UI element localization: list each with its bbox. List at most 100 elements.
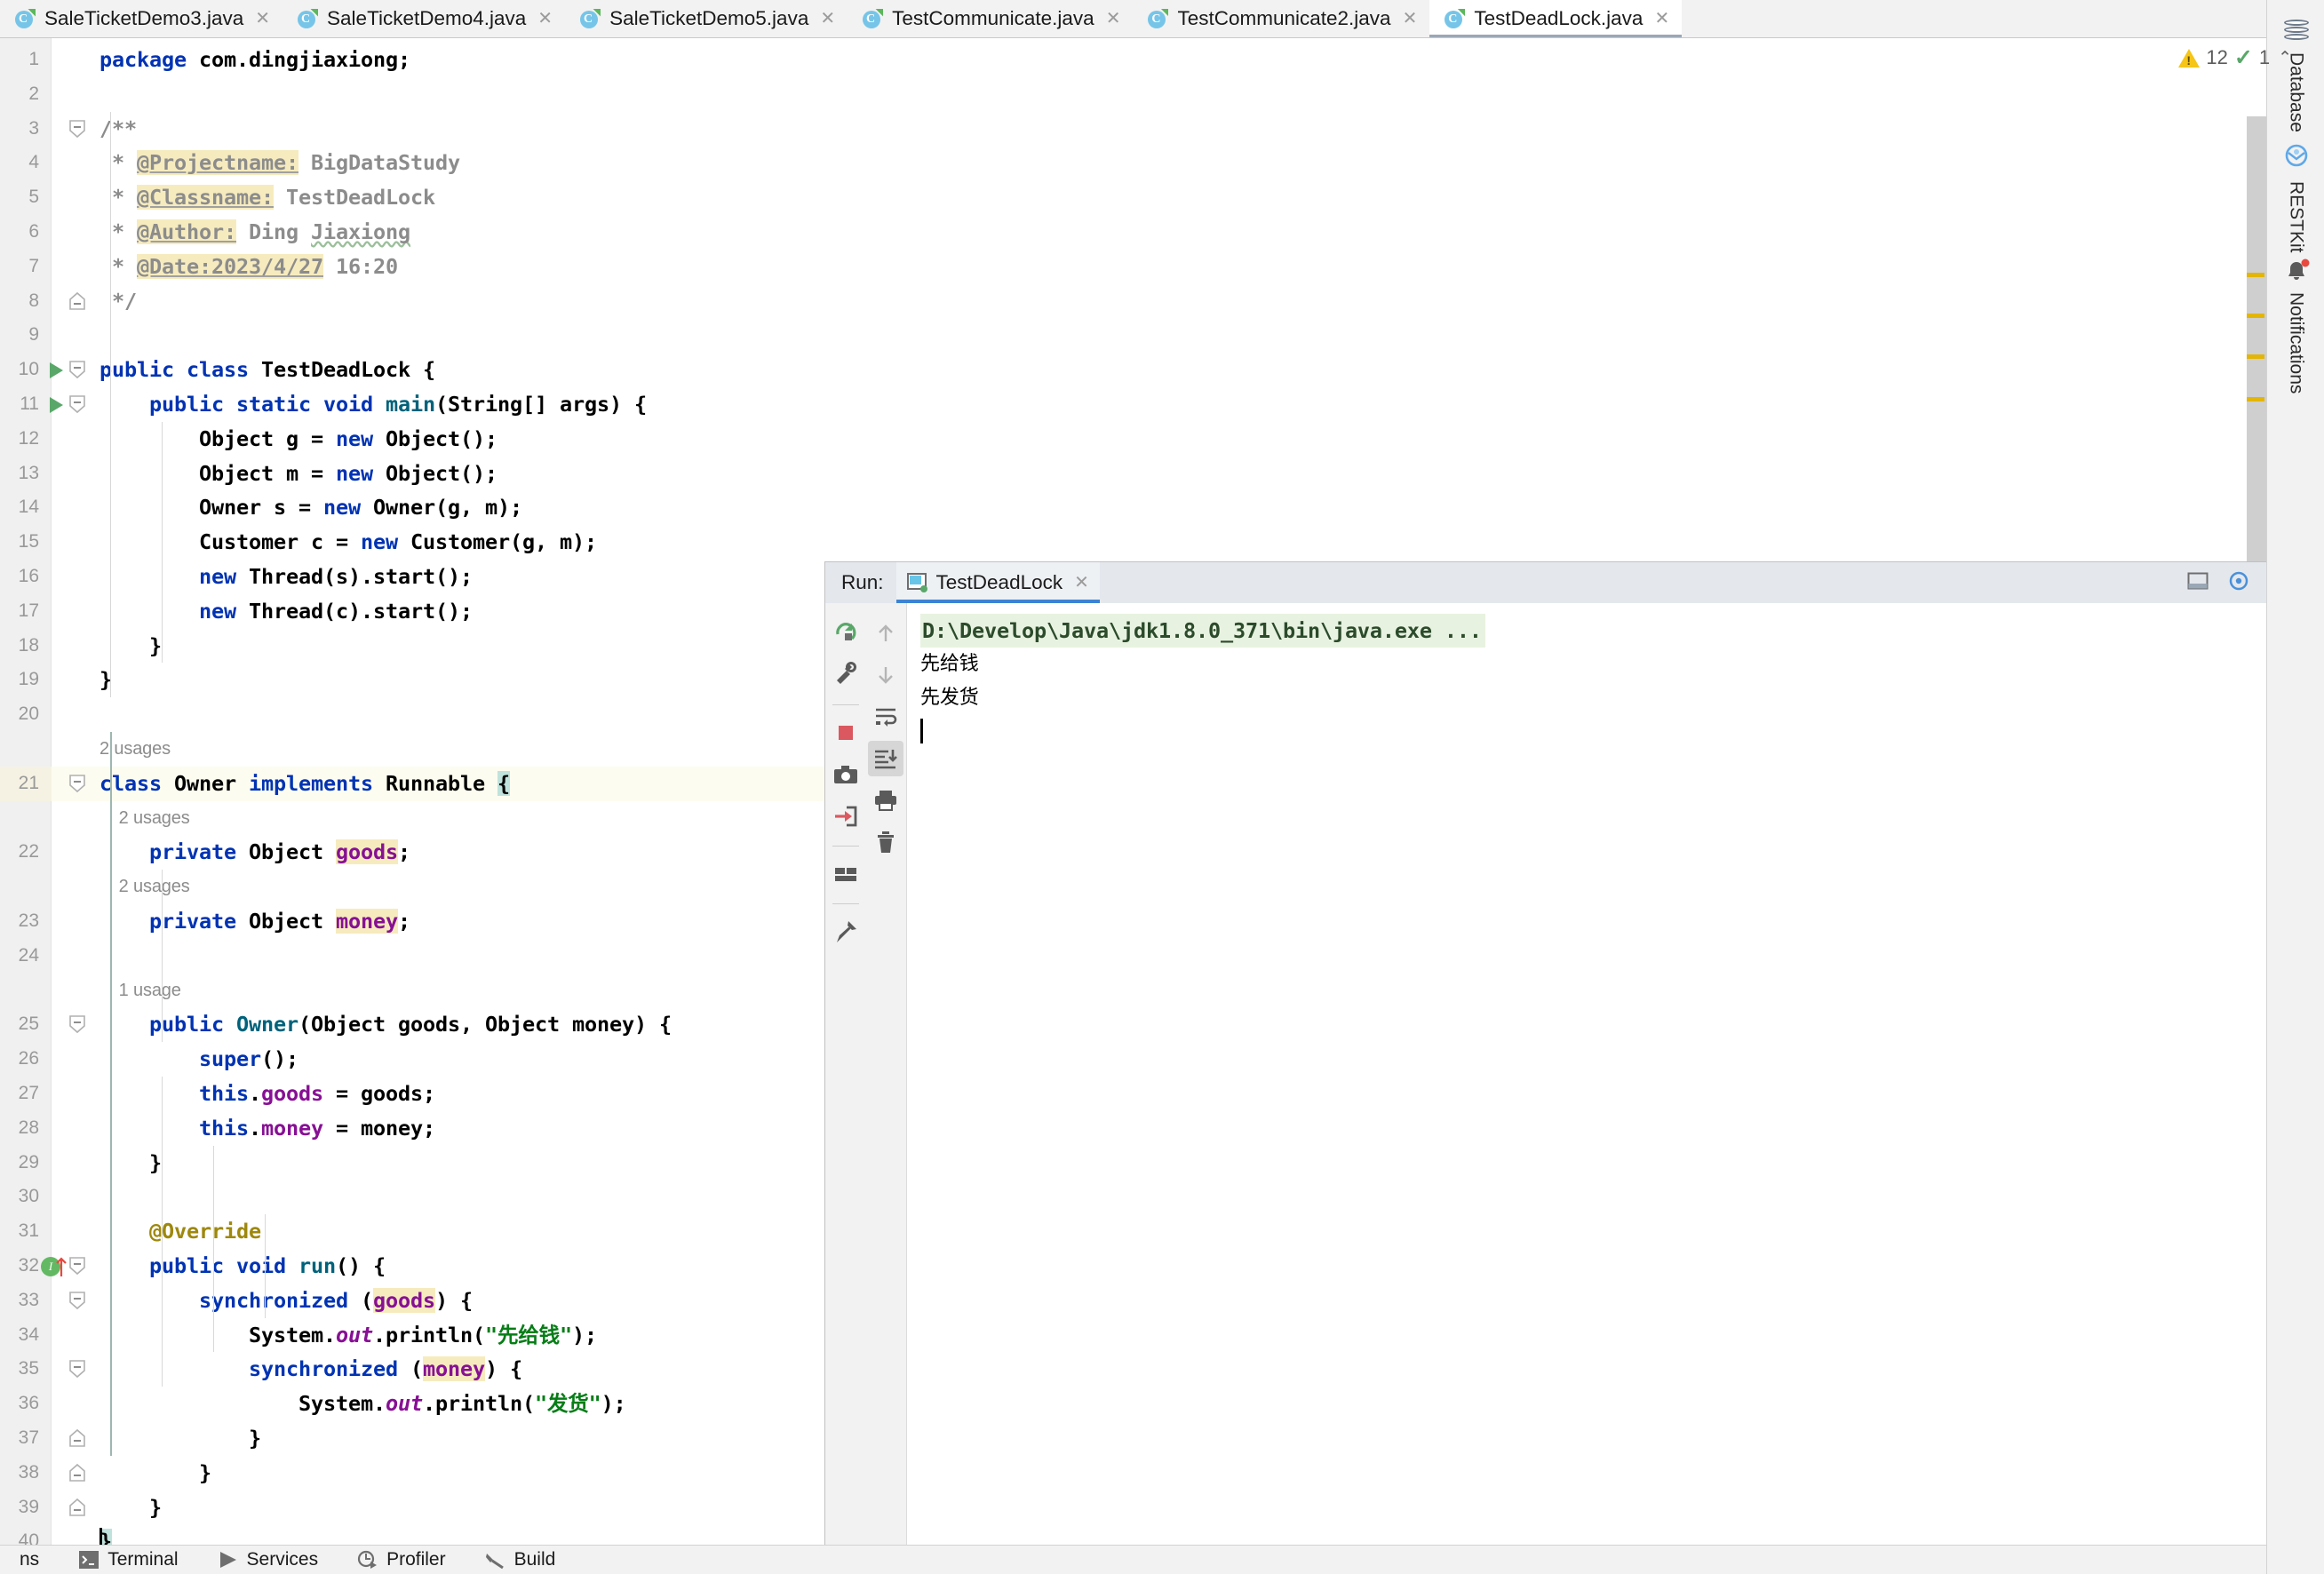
scroll-to-end-icon[interactable] (868, 741, 904, 776)
run-gutter-icon[interactable] (50, 397, 63, 413)
console-output[interactable]: D:\Develop\Java\jdk1.8.0_371\bin\java.ex… (908, 603, 2266, 1545)
layout-icon[interactable] (828, 856, 864, 892)
close-icon[interactable]: ✕ (255, 10, 270, 28)
minimize-window-icon[interactable] (2186, 569, 2209, 597)
fold-end-icon[interactable] (68, 1428, 87, 1448)
wrench-settings-icon[interactable] (828, 657, 864, 693)
line-number[interactable]: 11 (0, 387, 39, 422)
line-number[interactable]: 22 (0, 835, 39, 870)
close-icon[interactable]: ✕ (1106, 10, 1121, 28)
line-number[interactable]: 36 (0, 1387, 39, 1421)
fold-end-icon[interactable] (68, 1463, 87, 1483)
warning-marker[interactable] (2247, 397, 2264, 401)
override-arrow-icon[interactable] (55, 1254, 68, 1277)
fold-collapse-icon[interactable] (68, 394, 87, 414)
fold-collapse-icon[interactable] (68, 119, 87, 139)
trash-icon[interactable] (868, 824, 903, 860)
line-number[interactable]: 12 (0, 422, 39, 457)
line-number[interactable]: 2 (0, 77, 39, 112)
code-line[interactable]: 2 (0, 77, 2266, 112)
run-tab-testdeadlock[interactable]: TestDeadLock ✕ (895, 562, 1101, 603)
line-number[interactable] (0, 801, 39, 836)
line-number[interactable] (0, 870, 39, 904)
code-line[interactable]: 10 public class TestDeadLock { (0, 353, 2266, 387)
line-number[interactable]: 37 (0, 1421, 39, 1456)
line-number[interactable]: 40 (0, 1524, 39, 1545)
warning-marker[interactable] (2247, 273, 2264, 277)
fold-collapse-icon[interactable] (68, 1014, 87, 1034)
line-number[interactable]: 8 (0, 284, 39, 319)
line-number[interactable]: 32 (0, 1249, 39, 1284)
close-icon[interactable]: ✕ (820, 10, 835, 28)
line-number[interactable]: 21 (0, 767, 39, 801)
code-line[interactable]: 12 Object g = new Object(); (0, 422, 2266, 457)
line-number[interactable]: 35 (0, 1352, 39, 1387)
sidebar-item-restkit[interactable]: RESTKit (2267, 142, 2324, 253)
line-number[interactable]: 25 (0, 1007, 39, 1042)
inspection-status-widget[interactable]: 12 ✓ 1 ⌃ (2178, 44, 2292, 71)
line-number[interactable]: 19 (0, 663, 39, 697)
line-number[interactable]: 9 (0, 318, 39, 353)
line-number[interactable]: 16 (0, 560, 39, 594)
line-number[interactable] (0, 974, 39, 1008)
editor-tab-saleticketdemo5-java[interactable]: C SaleTicketDemo5.java ✕ (565, 0, 848, 37)
line-number[interactable]: 24 (0, 939, 39, 974)
line-number[interactable]: 1 (0, 43, 39, 77)
status-item-terminal[interactable]: Terminal (59, 1549, 197, 1570)
chevron-up-icon[interactable]: ⌃ (2278, 48, 2292, 68)
step-into-icon[interactable] (828, 799, 864, 834)
line-number[interactable]: 39 (0, 1491, 39, 1525)
fold-end-icon[interactable] (68, 291, 87, 311)
line-number[interactable]: 5 (0, 180, 39, 215)
line-number[interactable]: 3 (0, 112, 39, 147)
line-number[interactable]: 27 (0, 1077, 39, 1111)
fold-end-icon[interactable] (68, 1498, 87, 1517)
settings-gear-icon[interactable] (2227, 569, 2250, 597)
close-icon[interactable]: ✕ (1654, 10, 1669, 28)
fold-collapse-icon[interactable] (68, 1256, 87, 1276)
line-number[interactable]: 28 (0, 1111, 39, 1146)
code-line[interactable]: 4 * @Projectname: BigDataStudy (0, 146, 2266, 180)
close-icon[interactable]: ✕ (537, 10, 553, 28)
line-number[interactable] (0, 732, 39, 767)
code-line[interactable]: 1 package com.dingjiaxiong; (0, 43, 2266, 77)
arrow-down-icon[interactable] (868, 657, 903, 693)
line-number[interactable]: 6 (0, 215, 39, 250)
editor-tab-testdeadlock-java[interactable]: C TestDeadLock.java ✕ (1429, 0, 1683, 37)
pin-icon[interactable] (828, 914, 864, 950)
code-line[interactable]: 14 Owner s = new Owner(g, m); (0, 490, 2266, 525)
editor-tab-testcommunicate2-java[interactable]: C TestCommunicate2.java ✕ (1133, 0, 1430, 37)
line-number[interactable]: 34 (0, 1318, 39, 1353)
code-line[interactable]: 13 Object m = new Object(); (0, 457, 2266, 491)
line-number[interactable]: 20 (0, 697, 39, 732)
fold-collapse-icon[interactable] (68, 1359, 87, 1379)
code-line[interactable]: 11 public static void main(String[] args… (0, 387, 2266, 422)
fold-collapse-icon[interactable] (68, 360, 87, 379)
code-line[interactable]: 3 /** (0, 112, 2266, 147)
status-item-truncated[interactable]: ns (0, 1549, 59, 1570)
sidebar-item-notifications[interactable]: Notifications (2267, 258, 2324, 394)
status-item-services[interactable]: Services (198, 1549, 338, 1570)
line-number[interactable]: 4 (0, 146, 39, 180)
line-number[interactable]: 26 (0, 1042, 39, 1077)
warning-marker[interactable] (2247, 354, 2264, 359)
close-icon[interactable]: ✕ (1074, 574, 1089, 592)
line-number[interactable]: 13 (0, 457, 39, 491)
editor-tab-testcommunicate-java[interactable]: C TestCommunicate.java ✕ (848, 0, 1134, 37)
stop-icon[interactable] (828, 715, 864, 751)
code-line[interactable]: 6 * @Author: Ding Jiaxiong (0, 215, 2266, 250)
code-line[interactable]: 7 * @Date:2023/4/27 16:20 (0, 250, 2266, 284)
code-line[interactable]: 9 (0, 318, 2266, 353)
line-number[interactable]: 23 (0, 904, 39, 939)
code-line[interactable]: 8 */ (0, 284, 2266, 319)
fold-collapse-icon[interactable] (68, 1291, 87, 1310)
arrow-up-icon[interactable] (868, 616, 903, 651)
soft-wrap-icon[interactable] (868, 699, 903, 735)
line-number[interactable]: 15 (0, 525, 39, 560)
line-number[interactable]: 30 (0, 1180, 39, 1214)
line-number[interactable]: 17 (0, 594, 39, 629)
status-item-profiler[interactable]: Profiler (338, 1549, 466, 1570)
print-icon[interactable] (868, 783, 903, 818)
sidebar-item-database[interactable]: Database (2267, 20, 2324, 132)
line-number[interactable]: 31 (0, 1214, 39, 1249)
